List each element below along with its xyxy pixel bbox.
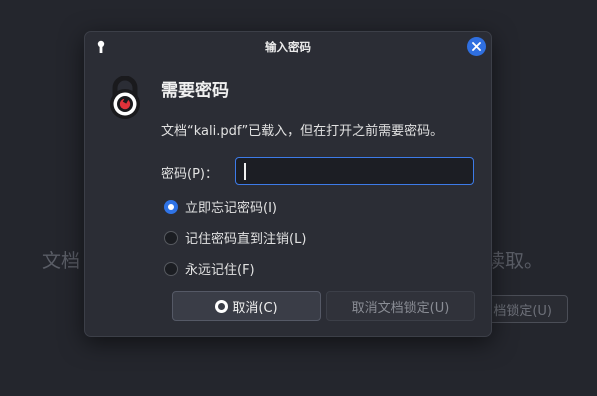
background-message-left: 文档 [42, 250, 81, 272]
radio-indicator-selected[interactable] [164, 199, 178, 214]
unlock-button-label: 取消文档锁定(U) [351, 300, 450, 316]
password-input[interactable] [235, 157, 474, 185]
close-icon [472, 42, 481, 51]
dialog-heading: 需要密码 [161, 81, 229, 101]
text-cursor [244, 163, 246, 180]
dialog-title: 输入密码 [265, 40, 311, 54]
cancel-circle-icon [215, 299, 229, 313]
radio-remember-until-logout[interactable]: 记住密码直到注销(L) [164, 228, 306, 247]
radio-label: 永远记住(F) [185, 263, 255, 278]
radio-label: 立即忘记密码(I) [185, 201, 277, 216]
unlock-document-button[interactable]: 取消文档锁定(U) [326, 291, 475, 321]
padlock-icon [110, 76, 140, 119]
radio-label: 记住密码直到注销(L) [185, 232, 307, 247]
dialog-titlebar: 输入密码 [85, 32, 491, 62]
radio-forget-immediately[interactable]: 立即忘记密码(I) [164, 197, 277, 216]
password-dialog: 输入密码 需要密码 文档“kali.pdf”已载入，但在打开之前需要密码。 密码… [84, 31, 492, 337]
cancel-button-label: 取消(C) [232, 300, 278, 316]
radio-indicator[interactable] [164, 230, 178, 245]
background-message-right: 读取。 [486, 250, 544, 272]
password-label: 密码(P)： [161, 167, 218, 182]
cancel-button[interactable]: 取消(C) [172, 291, 321, 321]
radio-indicator[interactable] [164, 261, 178, 276]
dialog-message: 文档“kali.pdf”已载入，但在打开之前需要密码。 [161, 124, 444, 139]
close-button[interactable] [467, 37, 486, 56]
radio-remember-forever[interactable]: 永远记住(F) [164, 259, 255, 278]
